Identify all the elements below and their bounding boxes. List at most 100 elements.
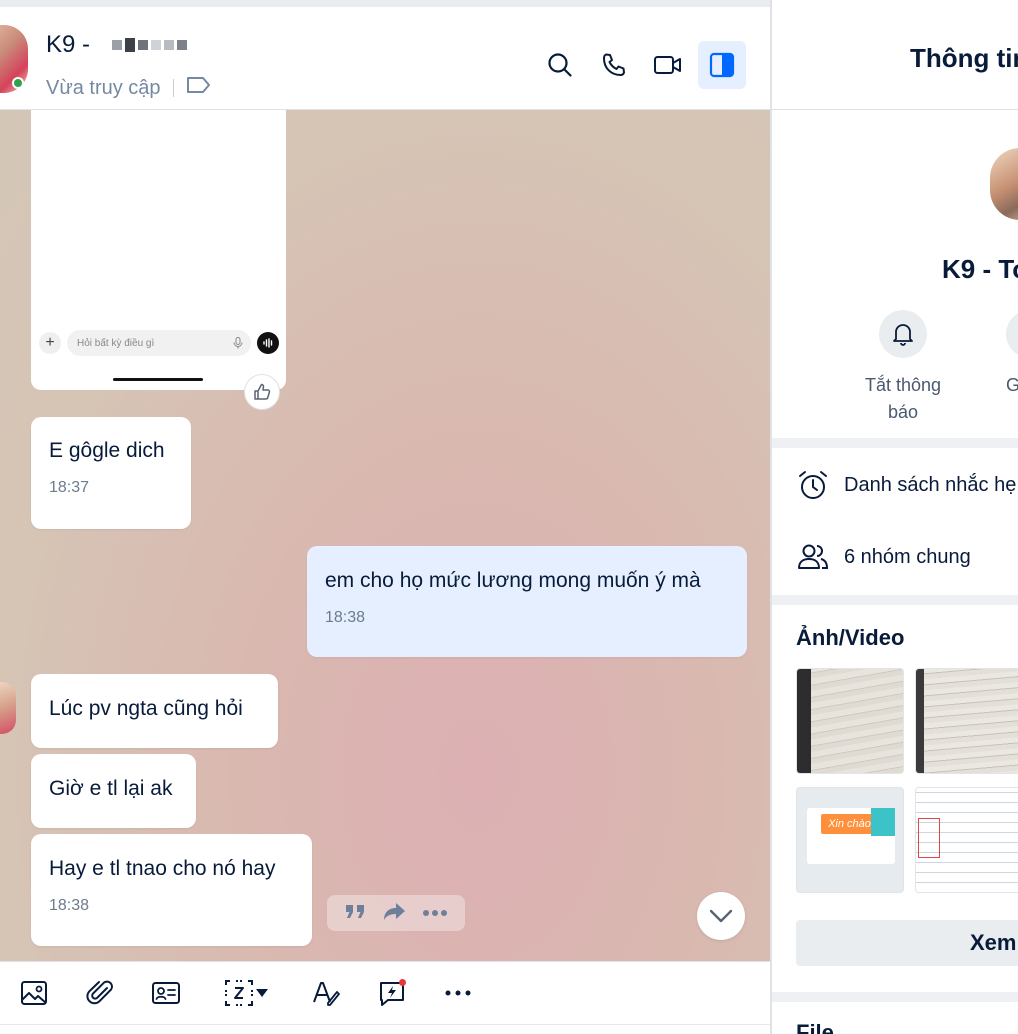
tag-icon[interactable] (186, 75, 212, 101)
notification-dot (399, 979, 406, 986)
contact-name: K9 - (46, 31, 91, 58)
pin-conversation-action[interactable]: Ghi th (980, 310, 1018, 399)
thumbs-up-icon (254, 383, 271, 400)
conversation-info-panel: Thông tin K9 - To Tắt thông báo Ghi th D… (772, 0, 1018, 1034)
message-time: 18:38 (49, 897, 90, 914)
bell-icon (879, 310, 927, 358)
screenshot-ask-bar: + Hỏi bất kỳ điều gì (39, 328, 279, 358)
screenshot-ask-field: Hỏi bất kỳ điều gì (67, 330, 251, 356)
sender-avatar[interactable] (0, 682, 16, 734)
composer-toolbar (0, 961, 770, 1024)
screenshot-icon (225, 980, 253, 1006)
search-icon (548, 53, 572, 77)
users-icon (798, 544, 829, 569)
presence-status: Vừa truy cập (46, 75, 212, 101)
message-text: E gôgle dich (49, 439, 165, 462)
scroll-to-bottom-button[interactable] (697, 892, 745, 940)
message-text: Lúc pv ngta cũng hỏi (49, 697, 243, 720)
toggle-info-panel-button[interactable] (698, 41, 746, 89)
file-section-title[interactable]: File (796, 1020, 834, 1034)
mute-notifications-action[interactable]: Tắt thông báo (853, 310, 953, 426)
quick-message-button[interactable] (374, 975, 410, 1011)
reminder-list-row[interactable]: Danh sách nhắc hẹ (796, 468, 1016, 502)
online-indicator (12, 77, 24, 89)
home-indicator (113, 378, 203, 381)
conversation-title[interactable]: K9 - (46, 31, 188, 59)
media-section-title[interactable]: Ảnh/Video (796, 625, 904, 651)
last-seen-text: Vừa truy cập (46, 76, 161, 99)
conversation-name[interactable]: K9 - To (942, 254, 1018, 285)
more-horizontal-icon (423, 910, 447, 916)
phone-icon (603, 53, 625, 76)
view-all-media-button[interactable]: Xem (796, 920, 1018, 966)
pin-icon (1006, 310, 1018, 358)
status-separator (172, 79, 174, 97)
message-time: 18:38 (325, 609, 366, 626)
more-tools-button[interactable] (440, 975, 476, 1011)
section-divider (772, 438, 1018, 448)
more-actions-button[interactable] (422, 904, 448, 922)
redacted-name (112, 38, 188, 52)
message-bubble[interactable]: Giờ e tl lại ak (31, 754, 196, 828)
reminder-list-label: Danh sách nhắc hẹ (844, 473, 1017, 496)
screenshot-button[interactable] (214, 975, 278, 1011)
chat-pane: K9 - Vừa truy cập + Hỏi bất kỳ điều gì E… (0, 0, 770, 1034)
video-call-button[interactable] (644, 41, 692, 89)
card-accent (871, 808, 895, 836)
microphone-icon (233, 337, 243, 349)
contact-card-icon (152, 982, 180, 1004)
forward-button[interactable] (382, 900, 408, 927)
search-button[interactable] (536, 41, 584, 89)
text-format-button[interactable] (308, 975, 344, 1011)
quote-reply-button[interactable] (344, 901, 368, 926)
media-thumbnail[interactable] (796, 668, 904, 774)
media-thumbnail[interactable] (915, 668, 1018, 774)
caret-down-icon (256, 989, 268, 997)
message-time: 18:37 (49, 479, 90, 496)
mute-notifications-label: Tắt thông báo (864, 375, 942, 422)
plus-icon: + (39, 332, 61, 354)
avatar[interactable] (0, 25, 28, 93)
pin-conversation-label: Ghi th (1005, 375, 1018, 395)
sidebar-panel-icon (709, 52, 735, 78)
message-bubble[interactable]: Hay e tl tnao cho nó hay 18:38 (31, 834, 312, 946)
chat-header: K9 - Vừa truy cập (0, 0, 770, 110)
attach-file-button[interactable] (82, 975, 118, 1011)
message-text: Giờ e tl lại ak (49, 777, 173, 800)
message-text: Hay e tl tnao cho nó hay (49, 857, 276, 880)
screenshot-ask-placeholder: Hỏi bất kỳ điều gì (77, 337, 155, 349)
react-like-button[interactable] (244, 374, 280, 410)
card-preview: Xin chào! (807, 808, 895, 864)
message-input[interactable] (0, 1024, 770, 1034)
voice-call-button[interactable] (590, 41, 638, 89)
alarm-clock-icon (799, 471, 827, 499)
image-icon (21, 981, 47, 1005)
media-thumbnail[interactable] (915, 787, 1018, 893)
paperclip-icon (86, 980, 113, 1005)
info-panel-title: Thông tin (910, 43, 1018, 73)
message-text: em cho họ mức lương mong muốn ý mà (325, 569, 701, 592)
share-icon (384, 902, 405, 920)
message-list[interactable]: + Hỏi bất kỳ điều gì E gôgle dich 18:37 … (0, 110, 770, 961)
message-hover-actions (327, 895, 465, 931)
text-format-icon (313, 982, 340, 1006)
message-bubble[interactable]: Lúc pv ngta cũng hỏi (31, 674, 278, 748)
voice-mode-icon (257, 332, 279, 354)
more-horizontal-icon (445, 990, 471, 996)
section-divider (772, 595, 1018, 605)
section-divider (772, 992, 1018, 1002)
video-camera-icon (654, 56, 681, 74)
highlight-box (918, 818, 940, 858)
common-groups-row[interactable]: 6 nhóm chung (796, 542, 971, 572)
send-image-button[interactable] (16, 975, 52, 1011)
message-bubble[interactable]: E gôgle dich 18:37 (31, 417, 191, 529)
group-avatar[interactable] (990, 148, 1018, 220)
media-thumbnail[interactable]: Xin chào! (796, 787, 904, 893)
message-bubble-own[interactable]: em cho họ mức lương mong muốn ý mà 18:38 (307, 546, 747, 657)
common-groups-label: 6 nhóm chung (844, 545, 971, 568)
header-toolbar (536, 41, 746, 89)
send-contact-card-button[interactable] (148, 975, 184, 1011)
info-panel-header: Thông tin (772, 7, 1018, 110)
chevron-down-icon (709, 909, 733, 923)
shared-image-message[interactable]: + Hỏi bất kỳ điều gì (31, 110, 286, 390)
